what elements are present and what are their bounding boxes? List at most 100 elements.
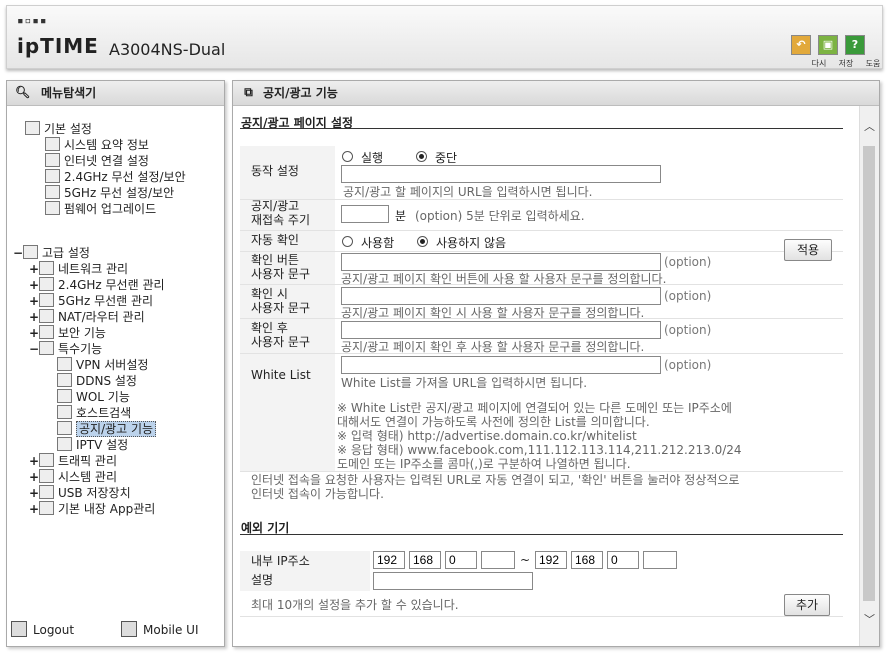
- tree-item-nat-router[interactable]: + NAT/라우터 관리: [29, 309, 145, 325]
- tree-label: NAT/라우터 관리: [58, 310, 145, 324]
- description-input[interactable]: [373, 572, 533, 590]
- tree-item-5ghz-wlan[interactable]: +5GHz 무선랜 관리: [29, 293, 153, 309]
- tree-item-host-search[interactable]: 호스트검색: [57, 405, 131, 421]
- autocheck-use-radio[interactable]: [342, 236, 353, 247]
- ip-to-octet-1[interactable]: [535, 551, 567, 569]
- confirm-when-text-input[interactable]: [341, 287, 661, 305]
- whitelist-note: ※ White List란 공지/광고 페이지에 연결되어 있는 다른 도메인 …: [337, 401, 732, 415]
- tree-item-network[interactable]: + 네트워크 관리: [29, 261, 128, 277]
- tree-item-security[interactable]: + 보안 기능: [29, 325, 106, 341]
- tree-item-ddns[interactable]: DDNS 설정: [57, 373, 137, 389]
- tree-item-traffic[interactable]: + 트래픽 관리: [29, 453, 117, 469]
- add-button[interactable]: 추가: [784, 594, 830, 616]
- usb-icon: [39, 485, 54, 499]
- app-icon: [39, 501, 54, 515]
- tree-item-firmware-upgrade[interactable]: 펌웨어 업그레이드: [45, 201, 156, 217]
- tree-item-wol[interactable]: WOL 기능: [57, 389, 130, 405]
- confirm-after-text-input[interactable]: [341, 321, 661, 339]
- monitor-icon: [45, 153, 60, 167]
- page-icon: [57, 389, 72, 403]
- tree-label: IPTV 설정: [76, 438, 129, 452]
- scroll-up-icon[interactable]: ︿: [864, 118, 875, 134]
- menu-tree: 기본 설정 시스템 요약 정보 인터넷 연결 설정 2.4GHz 무선 설정/보…: [7, 81, 224, 611]
- whitelist-note: ※ 입력 형태) http://advertise.domain.co.kr/w…: [337, 429, 637, 443]
- expand-icon: +: [29, 470, 40, 484]
- action-stop-radio[interactable]: [416, 151, 427, 162]
- tree-item-iptv[interactable]: IPTV 설정: [57, 437, 128, 453]
- tree-advanced-settings[interactable]: − 고급 설정: [13, 245, 90, 261]
- ip-to-octet-2[interactable]: [571, 551, 603, 569]
- tree-label-selected: 공지/광고 기능: [76, 421, 157, 437]
- autocheck-nouse-radio[interactable]: [417, 236, 428, 247]
- apply-button[interactable]: 적용: [784, 239, 832, 261]
- help-icon: ?: [845, 35, 865, 55]
- autocheck-nouse-label: 사용하지 않음: [436, 236, 507, 250]
- expand-icon: +: [29, 310, 40, 324]
- mobile-icon: [121, 621, 137, 637]
- ip-from-octet-4[interactable]: [481, 551, 515, 569]
- mobile-label: Mobile UI: [143, 623, 199, 637]
- reconnect-interval-input[interactable]: [341, 205, 389, 223]
- page-icon: [57, 357, 72, 371]
- collapse-icon: −: [29, 342, 40, 356]
- tree-item-usb[interactable]: + USB 저장장치: [29, 485, 131, 501]
- tree-label: USB 저장장치: [58, 486, 131, 500]
- action-run-radio[interactable]: [342, 151, 353, 162]
- brand-text: ipTIME: [17, 34, 99, 58]
- help-button[interactable]: ? 도움: [845, 35, 880, 68]
- logout-link[interactable]: Logout: [11, 621, 74, 637]
- tree-item-24ghz-wireless[interactable]: 2.4GHz 무선 설정/보안: [45, 169, 186, 185]
- tree-label: 트래픽 관리: [58, 454, 118, 468]
- tree-item-apps[interactable]: + 기본 내장 App관리: [29, 501, 155, 517]
- tree-item-notice-ad[interactable]: 공지/광고 기능: [57, 421, 157, 437]
- page-icon: [57, 373, 72, 387]
- whitelist-option: (option): [664, 358, 712, 372]
- tree-item-system-summary[interactable]: 시스템 요약 정보: [45, 137, 149, 153]
- page-icon: [57, 437, 72, 451]
- save-label: 저장: [838, 59, 854, 68]
- ip-from-octet-3[interactable]: [445, 551, 477, 569]
- ip-from-octet-1[interactable]: [373, 551, 405, 569]
- tree-item-system[interactable]: + 시스템 관리: [29, 469, 117, 485]
- page-icon: ⧉: [244, 85, 253, 99]
- logo-dots: ▪▫▪▪: [17, 14, 48, 27]
- logout-icon: [11, 621, 27, 637]
- save-button[interactable]: ▣ 저장: [818, 35, 853, 68]
- mail-icon: [39, 453, 54, 467]
- lock-icon: [39, 325, 54, 339]
- tree-label: 특수기능: [58, 342, 103, 356]
- ip-to-octet-4[interactable]: [643, 551, 677, 569]
- brand-logo: ipTIME: [17, 34, 99, 58]
- tree-label: 2.4GHz 무선랜 관리: [58, 278, 165, 292]
- mobile-ui-link[interactable]: Mobile UI: [121, 621, 199, 637]
- content-scrollbar[interactable]: ︿ ﹀: [859, 106, 879, 646]
- tree-label: 호스트검색: [76, 406, 132, 420]
- reconnect-unit: 분: [395, 209, 407, 223]
- tree-item-5ghz-wireless[interactable]: 5GHz 무선 설정/보안: [45, 185, 174, 201]
- tree-item-24ghz-wlan[interactable]: +2.4GHz 무선랜 관리: [29, 277, 165, 293]
- ip-from-octet-2[interactable]: [409, 551, 441, 569]
- tree-item-special[interactable]: − 특수기능: [29, 341, 102, 357]
- confirm-button-label-1: 확인 버튼: [251, 253, 299, 267]
- save-icon: ▣: [818, 35, 838, 55]
- folder-icon: [23, 245, 38, 259]
- whitelist-url-input[interactable]: [341, 356, 661, 374]
- undo-icon: ↶: [791, 35, 811, 55]
- wifi-icon: [45, 169, 60, 183]
- notice-url-input[interactable]: [341, 165, 661, 183]
- confirm-button-option: (option): [664, 255, 712, 269]
- chart-icon: [39, 469, 54, 483]
- confirm-button-text-input[interactable]: [341, 253, 661, 271]
- collapse-icon: −: [13, 246, 24, 260]
- undo-button[interactable]: ↶ 다시: [791, 35, 826, 68]
- tree-item-vpn[interactable]: VPN 서버설정: [57, 357, 148, 373]
- ip-to-octet-3[interactable]: [607, 551, 639, 569]
- tree-basic-settings[interactable]: 기본 설정: [25, 121, 92, 137]
- row-divider: [240, 230, 843, 231]
- notice-url-hint: 공지/광고 할 페이지의 URL을 입력하시면 됩니다.: [343, 185, 593, 199]
- confirm-after-label-1: 확인 후: [251, 321, 288, 335]
- scroll-thumb[interactable]: [863, 146, 875, 601]
- scroll-down-icon[interactable]: ﹀: [864, 611, 875, 627]
- tree-label: 2.4GHz 무선 설정/보안: [64, 170, 186, 184]
- tree-item-internet-setup[interactable]: 인터넷 연결 설정: [45, 153, 149, 169]
